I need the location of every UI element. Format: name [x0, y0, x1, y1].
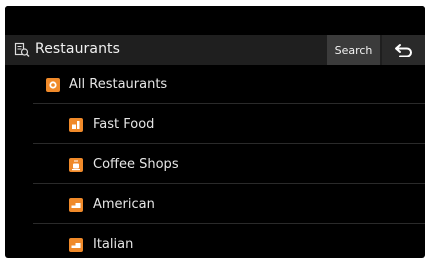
list-item-label: Fast Food	[93, 117, 155, 132]
list-item-label: Italian	[93, 237, 134, 252]
divider	[33, 143, 425, 144]
fast-food-icon	[69, 118, 83, 132]
restaurant-search-icon	[14, 42, 30, 57]
page-title: Restaurants	[35, 41, 121, 57]
status-bar	[5, 6, 425, 35]
list-item-label: American	[93, 197, 155, 212]
back-arrow-icon	[394, 44, 412, 57]
list-item-coffee-shops[interactable]: Coffee Shops	[5, 145, 425, 184]
navigation-screen: Restaurants Search All Restaurants Fast …	[5, 6, 425, 258]
search-button[interactable]: Search	[327, 35, 380, 65]
italian-food-icon	[69, 238, 83, 252]
list-item-italian[interactable]: Italian	[5, 225, 425, 258]
divider	[33, 103, 425, 104]
divider	[33, 223, 425, 224]
list-item-label: Coffee Shops	[93, 157, 179, 172]
list-item-label: All Restaurants	[69, 77, 168, 92]
divider	[33, 183, 425, 184]
list-item-american[interactable]: American	[5, 185, 425, 224]
list-item-fast-food[interactable]: Fast Food	[5, 105, 425, 144]
all-restaurants-icon	[46, 78, 60, 92]
coffee-icon	[69, 158, 83, 172]
american-food-icon	[69, 198, 83, 212]
back-button[interactable]	[382, 35, 425, 65]
list-item-all-restaurants[interactable]: All Restaurants	[5, 65, 425, 104]
